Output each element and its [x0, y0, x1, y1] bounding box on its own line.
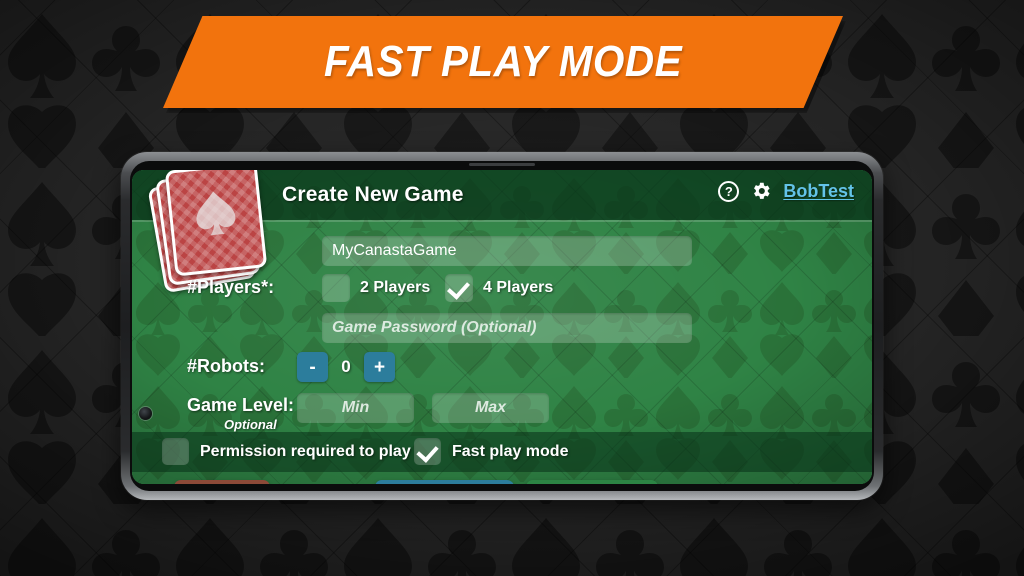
checkbox-fast-play-mode[interactable] — [414, 438, 441, 465]
start-game-button[interactable]: Start Game — [526, 480, 658, 484]
game-level-label: Game Level: — [187, 395, 295, 415]
phone-speaker — [469, 163, 535, 166]
banner-title: FAST PLAY MODE — [323, 37, 683, 86]
question-mark-icon[interactable]: ? — [718, 180, 740, 202]
robots-label: #Robots: — [187, 356, 265, 376]
action-buttons-row: Back Table Options Start Game — [132, 480, 872, 484]
game-level-optional-note: Optional — [224, 417, 277, 432]
phone-screen: Create New Game ? BobTest MyCanastaGame … — [132, 170, 872, 484]
options-row: Permission required to play Fast play mo… — [132, 432, 872, 472]
username-link[interactable]: BobTest — [783, 181, 854, 202]
players-label: #Players*: — [187, 277, 275, 297]
checkbox-permission-required[interactable] — [162, 438, 189, 465]
label-permission-required: Permission required to play — [200, 443, 411, 460]
phone-bezel: Create New Game ? BobTest MyCanastaGame … — [130, 161, 874, 491]
playing-cards-spade-icon — [147, 170, 272, 294]
game-level-max-input[interactable]: Max — [432, 393, 549, 423]
card-back-top — [164, 170, 268, 277]
fast-play-mode-banner: FAST PLAY MODE — [163, 16, 846, 113]
label-2-players: 2 Players — [360, 279, 431, 296]
gear-icon[interactable] — [750, 180, 772, 202]
back-button[interactable]: Back — [174, 480, 270, 484]
label-4-players: 4 Players — [483, 279, 554, 296]
checkbox-4-players[interactable] — [445, 274, 473, 302]
game-name-input[interactable]: MyCanastaGame — [322, 236, 692, 266]
spade-icon — [196, 191, 236, 236]
page-title: Create New Game — [282, 183, 464, 206]
game-level-min-input[interactable]: Min — [297, 393, 414, 423]
phone-camera-dot — [139, 407, 152, 420]
game-password-input[interactable]: Game Password (Optional) — [322, 313, 692, 343]
robots-increment-button[interactable]: + — [364, 352, 395, 382]
robots-decrement-button[interactable]: - — [297, 352, 328, 382]
table-options-button[interactable]: Table Options — [375, 480, 514, 484]
robots-count-value: 0 — [341, 357, 351, 376]
header-actions: ? BobTest — [718, 180, 854, 202]
checkbox-2-players[interactable] — [322, 274, 350, 302]
phone-mockup: Create New Game ? BobTest MyCanastaGame … — [121, 152, 883, 500]
label-fast-play-mode: Fast play mode — [452, 443, 569, 460]
